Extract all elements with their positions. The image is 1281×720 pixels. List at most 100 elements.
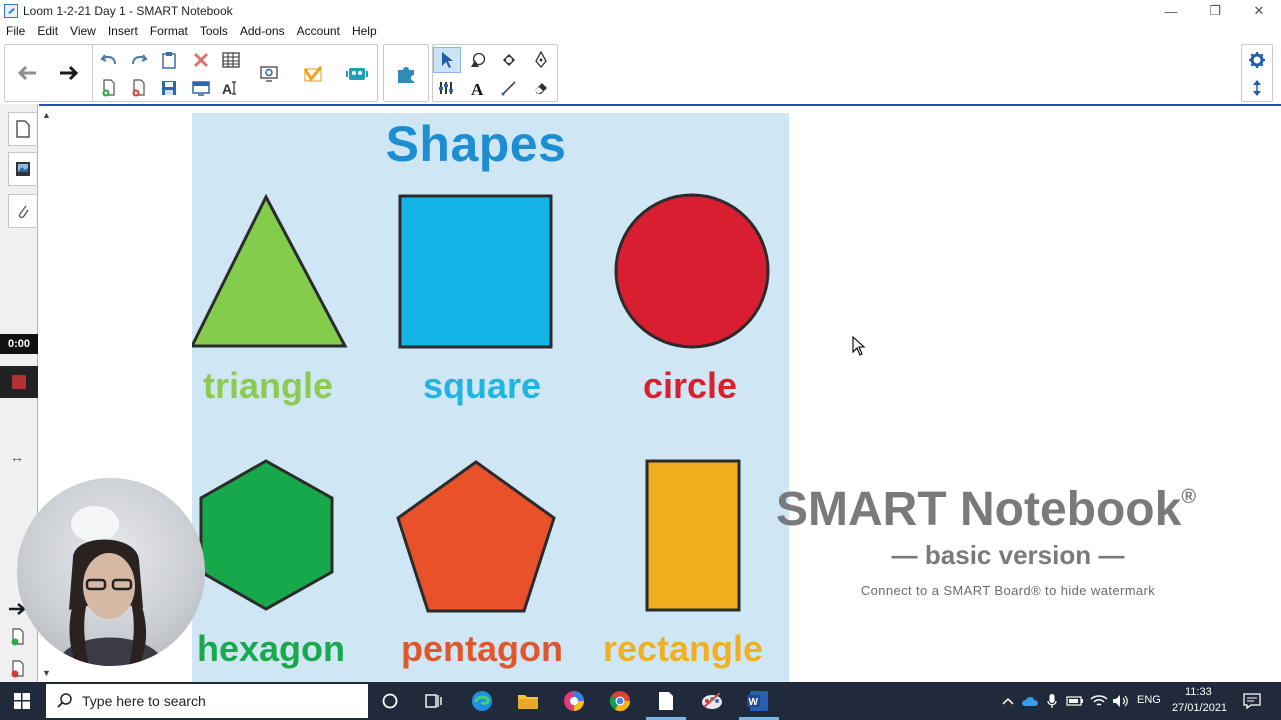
text-a-icon: A xyxy=(471,80,484,96)
mouse-cursor xyxy=(852,335,866,361)
menu-file[interactable]: File xyxy=(6,24,25,38)
font-icon: A xyxy=(222,81,236,96)
gallery-tab[interactable] xyxy=(8,152,36,186)
toolbar: A A xyxy=(0,40,1281,104)
window-title: Loom 1-2-21 Day 1 - SMART Notebook xyxy=(23,4,233,18)
circle-shape xyxy=(614,193,770,349)
screen-shade-button[interactable] xyxy=(187,75,215,101)
pen-nib-icon xyxy=(535,51,547,69)
clipboard-icon xyxy=(162,52,176,69)
color-wheel-icon xyxy=(564,691,584,711)
speaker-icon xyxy=(1113,695,1128,707)
clock-date[interactable]: 27/01/2021 xyxy=(1172,702,1227,714)
line-icon xyxy=(501,81,516,96)
webcam-bubble[interactable] xyxy=(17,478,205,666)
stop-square-icon xyxy=(12,375,26,389)
previous-page-button[interactable] xyxy=(13,60,41,86)
delete-page-side-icon[interactable] xyxy=(10,660,26,683)
add-page-side-icon[interactable] xyxy=(10,628,26,651)
next-page-button[interactable] xyxy=(55,60,83,86)
chevron-up-icon xyxy=(1002,697,1014,705)
redo-button[interactable] xyxy=(125,47,153,73)
capture-button[interactable] xyxy=(255,61,283,87)
paste-button[interactable] xyxy=(155,47,183,73)
cloud-icon xyxy=(1022,697,1038,706)
clock-time[interactable]: 11:33 xyxy=(1185,686,1212,698)
menu-view[interactable]: View xyxy=(70,24,96,38)
menu-format[interactable]: Format xyxy=(150,24,188,38)
scroll-up-icon[interactable]: ▲ xyxy=(42,110,51,120)
shapes-slide-image[interactable]: Shapes triangle square circle hexagon pe… xyxy=(192,113,789,682)
restore-button[interactable]: ❐ xyxy=(1193,0,1237,22)
add-page-button[interactable] xyxy=(95,75,123,101)
eraser-tool-button[interactable] xyxy=(527,75,555,101)
menu-tools[interactable]: Tools xyxy=(200,24,228,38)
toolbar-settings-group xyxy=(1241,44,1273,102)
file-explorer-button[interactable] xyxy=(515,688,541,714)
select-tool-button[interactable] xyxy=(433,47,461,73)
taskbar-search-box[interactable]: Type here to search xyxy=(46,684,368,718)
resize-sidebar-icon[interactable]: ↔ xyxy=(10,449,24,465)
text-tool-button[interactable]: A xyxy=(464,75,492,101)
undo-icon xyxy=(100,54,116,65)
photos-app-button[interactable] xyxy=(561,688,587,714)
search-placeholder: Type here to search xyxy=(82,693,206,709)
scroll-down-icon[interactable]: ▼ xyxy=(42,668,51,678)
menu-insert[interactable]: Insert xyxy=(108,24,138,38)
cortana-button[interactable] xyxy=(377,688,403,714)
paint-app-button[interactable] xyxy=(699,688,725,714)
lesson-activity-button[interactable] xyxy=(299,61,327,87)
close-button[interactable]: ✕ xyxy=(1237,0,1281,22)
save-button[interactable] xyxy=(155,75,183,101)
move-toolbar-button[interactable] xyxy=(1243,75,1271,101)
windows-taskbar: Type here to search W ENG 11:33 27/01/20… xyxy=(0,682,1281,720)
toolbar-addons-group xyxy=(383,44,429,102)
language-indicator[interactable]: ENG xyxy=(1137,694,1161,706)
attachments-tab[interactable] xyxy=(8,194,36,228)
watermark-subtitle: — basic version — xyxy=(891,540,1125,570)
font-tool-button[interactable]: A xyxy=(217,75,245,101)
word-taskbar-button[interactable]: W xyxy=(745,688,771,714)
pen-tool-button[interactable] xyxy=(527,47,555,73)
fill-tool-button[interactable] xyxy=(495,47,523,73)
title-bar: Loom 1-2-21 Day 1 - SMART Notebook — ❐ ✕ xyxy=(0,0,1281,22)
menu-edit[interactable]: Edit xyxy=(37,24,58,38)
table-icon xyxy=(222,52,240,68)
hexagon-label: hexagon xyxy=(196,628,346,669)
minimize-button[interactable]: — xyxy=(1149,0,1193,22)
shapes-icon xyxy=(471,52,486,67)
square-shape xyxy=(398,194,553,349)
volume-tray-button[interactable] xyxy=(1108,688,1134,714)
notification-icon xyxy=(1243,693,1261,709)
magic-pen-button[interactable] xyxy=(433,75,461,101)
triangle-label: triangle xyxy=(202,365,334,406)
insert-table-button[interactable] xyxy=(217,47,245,73)
task-view-button[interactable] xyxy=(421,688,447,714)
customize-toolbar-button[interactable] xyxy=(1243,47,1271,73)
chrome-taskbar-button[interactable] xyxy=(607,688,633,714)
undo-button[interactable] xyxy=(95,47,123,73)
edge-taskbar-button[interactable] xyxy=(469,688,495,714)
page-sorter-tab[interactable] xyxy=(8,112,36,146)
palette-icon xyxy=(702,692,722,709)
recording-timer: 0:00 xyxy=(0,334,38,354)
battery-tray-button[interactable] xyxy=(1062,688,1088,714)
action-center-button[interactable] xyxy=(1239,688,1265,714)
puzzle-piece-icon xyxy=(398,67,414,83)
menu-account[interactable]: Account xyxy=(297,24,340,38)
add-ons-button[interactable] xyxy=(392,61,420,87)
menu-help[interactable]: Help xyxy=(352,24,377,38)
save-floppy-icon xyxy=(162,81,176,95)
response-button[interactable] xyxy=(343,61,371,87)
shapes-tool-button[interactable] xyxy=(464,47,492,73)
mouse-pointer-icon xyxy=(852,335,866,356)
smart-notebook-taskbar-button[interactable] xyxy=(653,688,679,714)
wifi-icon xyxy=(1090,695,1108,706)
response-icon xyxy=(346,68,368,80)
start-button[interactable] xyxy=(0,682,44,720)
delete-button[interactable] xyxy=(187,47,215,73)
delete-page-button[interactable] xyxy=(125,75,153,101)
line-tool-button[interactable] xyxy=(495,75,523,101)
menu-add-ons[interactable]: Add-ons xyxy=(240,24,285,38)
stop-recording-button[interactable] xyxy=(0,366,38,398)
